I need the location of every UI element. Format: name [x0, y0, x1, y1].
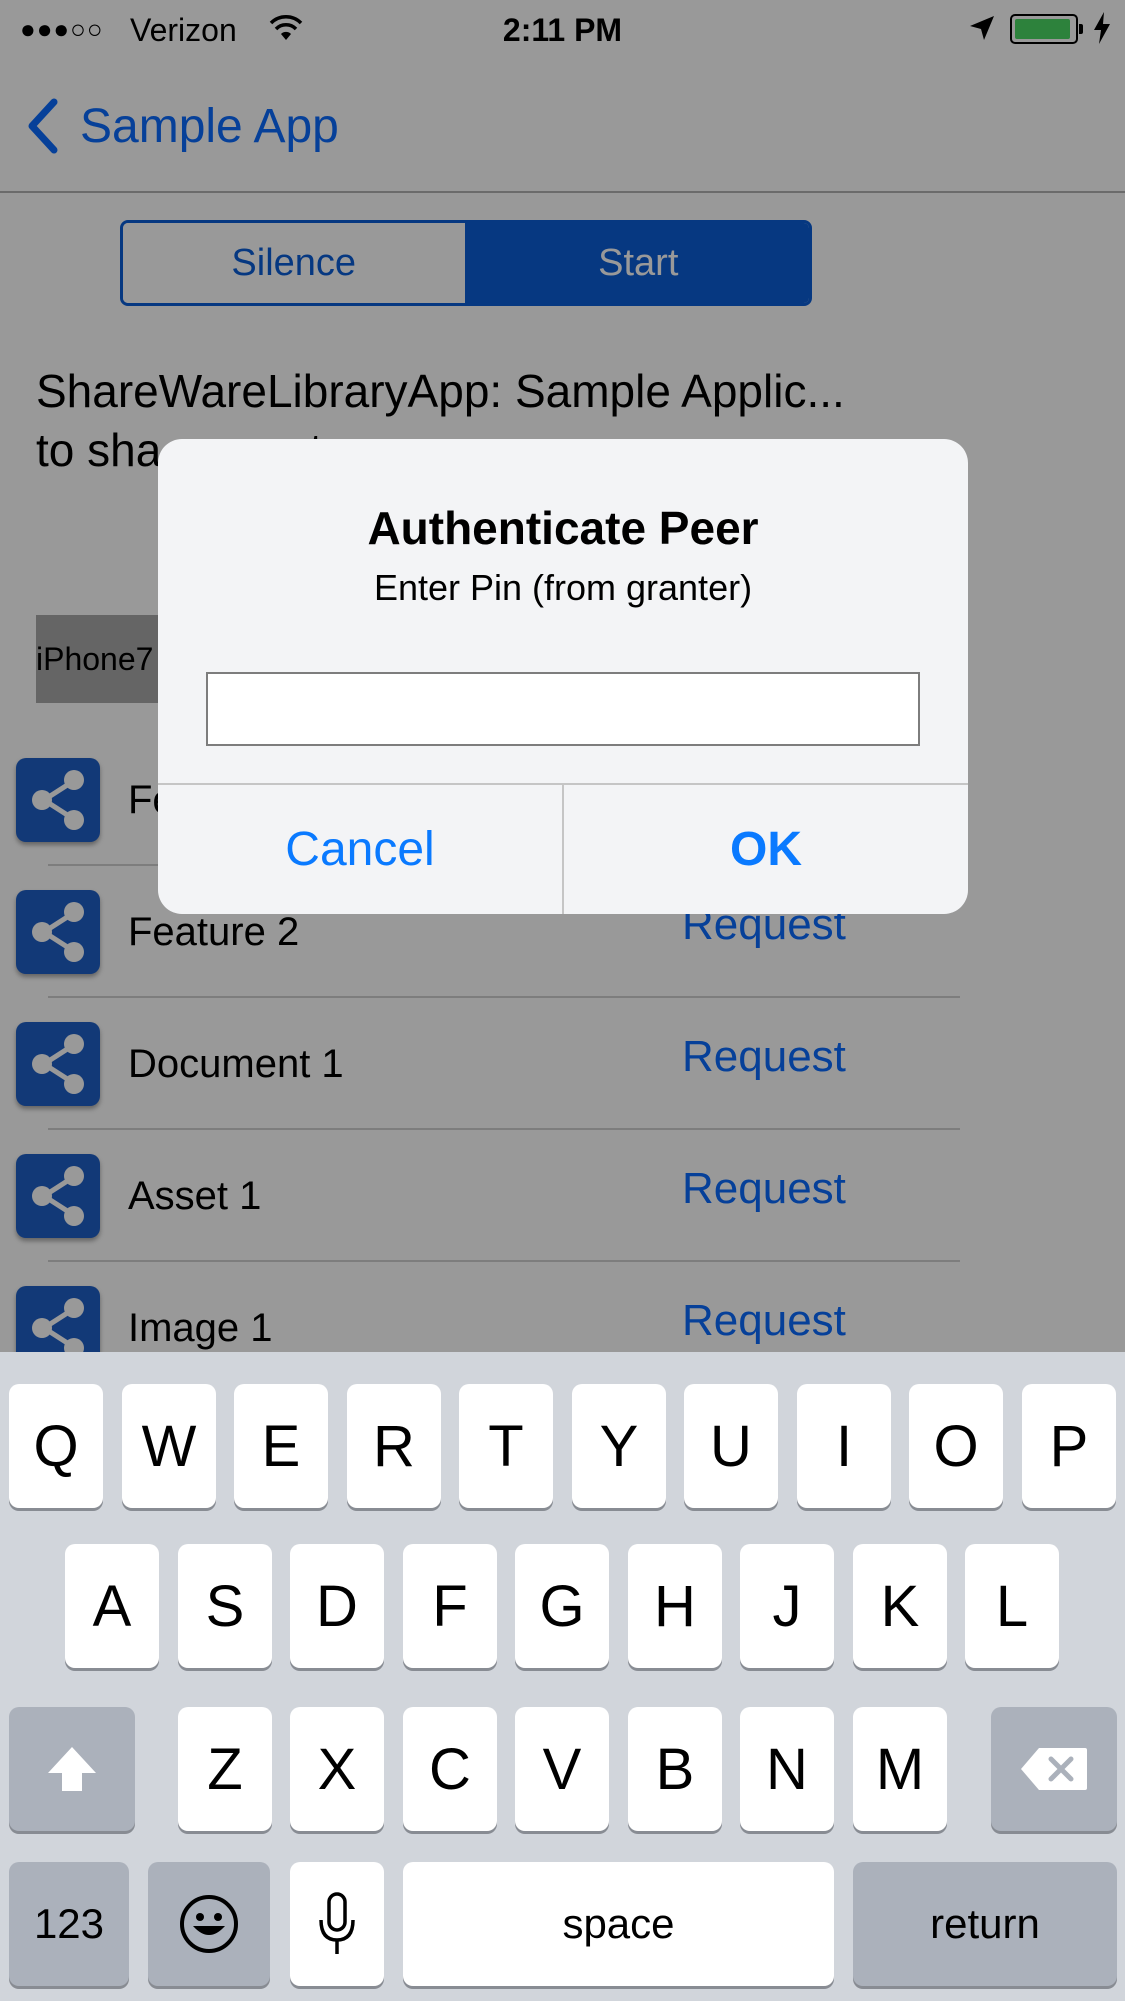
- dialog-title: Authenticate Peer: [367, 502, 759, 554]
- key-n[interactable]: N: [740, 1707, 834, 1831]
- key-r[interactable]: R: [347, 1384, 441, 1508]
- key-w[interactable]: W: [122, 1384, 216, 1508]
- key-p[interactable]: P: [1022, 1384, 1116, 1508]
- key-g[interactable]: G: [515, 1544, 609, 1668]
- key-j[interactable]: J: [740, 1544, 834, 1668]
- microphone-icon: [319, 1892, 355, 1954]
- key-y[interactable]: Y: [572, 1384, 666, 1508]
- emoji-key[interactable]: [148, 1862, 270, 1986]
- key-e[interactable]: E: [234, 1384, 328, 1508]
- key-k[interactable]: K: [853, 1544, 947, 1668]
- emoji-icon: [180, 1895, 238, 1953]
- key-c[interactable]: C: [403, 1707, 497, 1831]
- pin-input[interactable]: [206, 672, 920, 746]
- space-key[interactable]: space: [403, 1862, 834, 1986]
- delete-key[interactable]: [991, 1707, 1117, 1831]
- key-q[interactable]: Q: [9, 1384, 103, 1508]
- backspace-icon: [1021, 1748, 1087, 1790]
- key-v[interactable]: V: [515, 1707, 609, 1831]
- key-t[interactable]: T: [459, 1384, 553, 1508]
- key-d[interactable]: D: [290, 1544, 384, 1668]
- dictation-key[interactable]: [290, 1862, 384, 1986]
- authenticate-peer-dialog: Authenticate Peer Enter Pin (from grante…: [158, 439, 968, 914]
- key-l[interactable]: L: [965, 1544, 1059, 1668]
- key-x[interactable]: X: [290, 1707, 384, 1831]
- key-f[interactable]: F: [403, 1544, 497, 1668]
- key-i[interactable]: I: [797, 1384, 891, 1508]
- key-a[interactable]: A: [65, 1544, 159, 1668]
- dialog-message: Enter Pin (from granter): [373, 567, 753, 608]
- key-b[interactable]: B: [628, 1707, 722, 1831]
- shift-arrow-icon: [48, 1747, 96, 1791]
- key-u[interactable]: U: [684, 1384, 778, 1508]
- return-key[interactable]: return: [853, 1862, 1117, 1986]
- ok-button[interactable]: OK: [562, 785, 968, 914]
- app-screen: ●●●○○ Verizon 2:11 PM Sample App Silence: [0, 0, 1125, 1352]
- key-o[interactable]: O: [909, 1384, 1003, 1508]
- key-h[interactable]: H: [628, 1544, 722, 1668]
- key-m[interactable]: M: [853, 1707, 947, 1831]
- key-z[interactable]: Z: [178, 1707, 272, 1831]
- key-s[interactable]: S: [178, 1544, 272, 1668]
- shift-key[interactable]: [9, 1707, 135, 1831]
- dialog-buttons: Cancel OK: [158, 783, 968, 914]
- cancel-button[interactable]: Cancel: [158, 785, 562, 914]
- keyboard: Q W E R T Y U I O P A S D F G H J K L Z …: [0, 1352, 1125, 2001]
- numbers-key[interactable]: 123: [9, 1862, 129, 1986]
